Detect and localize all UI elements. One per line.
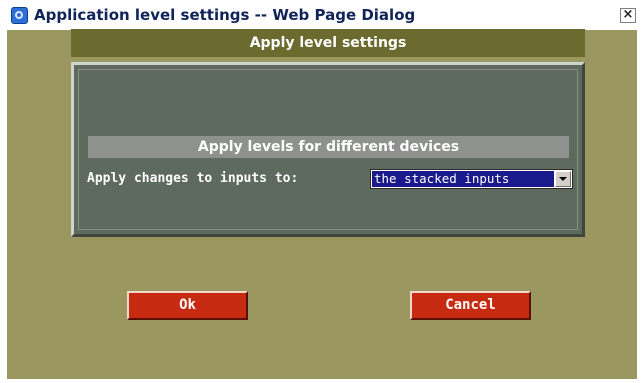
select-current-value: the stacked inputs (372, 171, 554, 187)
window-title: Application level settings -- Web Page D… (34, 6, 416, 24)
chevron-down-icon[interactable] (555, 171, 571, 187)
ok-button[interactable]: Ok (127, 291, 248, 320)
settings-panel: Apply levels for different devices Apply… (71, 62, 585, 237)
panel-subheader: Apply levels for different devices (88, 136, 569, 158)
close-button[interactable]: × (620, 8, 636, 23)
title-bar: Application level settings -- Web Page D… (0, 0, 643, 30)
dialog-window: Application level settings -- Web Page D… (0, 0, 643, 383)
apply-target-select[interactable]: the stacked inputs (370, 169, 573, 189)
cancel-button[interactable]: Cancel (410, 291, 531, 320)
apply-changes-label: Apply changes to inputs to: (87, 171, 299, 186)
dialog-header: Apply level settings (71, 29, 585, 57)
ie-document-icon (11, 7, 28, 24)
